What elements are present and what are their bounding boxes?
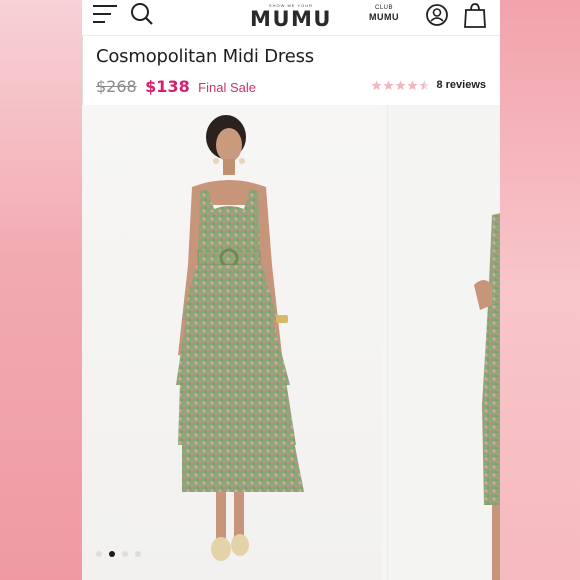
search-icon[interactable] <box>130 2 154 26</box>
club-mumu-link[interactable]: CLUB MUMU <box>364 5 404 22</box>
product-title: Cosmopolitan Midi Dress <box>96 46 314 67</box>
final-sale-label: Final Sale <box>198 80 256 95</box>
club-label-big: MUMU <box>369 12 399 22</box>
mumu-logo[interactable]: SHOW ME YOUR MUMU <box>248 3 334 30</box>
site-header: SHOW ME YOUR MUMU CLUB MUMU <box>82 0 500 36</box>
pagination-dot-active[interactable] <box>109 551 115 557</box>
pagination-dot[interactable] <box>135 551 141 557</box>
product-photo-next[interactable] <box>387 105 500 580</box>
menu-icon[interactable] <box>92 4 118 24</box>
shopping-bag-icon[interactable] <box>463 2 487 28</box>
logo-wordmark: MUMU <box>250 7 332 31</box>
star-icon <box>419 79 430 90</box>
background-left <box>0 0 82 580</box>
rating-summary[interactable]: 8 reviews <box>371 79 486 91</box>
model-side-image <box>474 213 500 580</box>
account-icon[interactable] <box>425 3 449 27</box>
product-gallery[interactable] <box>82 105 500 580</box>
club-label-small: CLUB <box>374 5 393 11</box>
star-icon <box>395 79 406 90</box>
gallery-pagination[interactable] <box>96 551 141 557</box>
price-row: $268 $138 Final Sale <box>96 77 256 97</box>
star-icon <box>371 79 382 90</box>
sale-price: $138 <box>145 77 190 96</box>
star-icon <box>383 79 394 90</box>
product-photo-front[interactable] <box>82 105 382 580</box>
background-right <box>500 0 580 580</box>
star-icon <box>407 79 418 90</box>
pagination-dot[interactable] <box>122 551 128 557</box>
star-rating <box>371 79 430 91</box>
phone-screen: SHOW ME YOUR MUMU CLUB MUMU Cosmopolitan… <box>82 0 500 580</box>
pagination-dot[interactable] <box>96 551 102 557</box>
model-in-dress-image <box>176 115 304 561</box>
original-price: $268 <box>96 77 137 96</box>
reviews-link[interactable]: 8 reviews <box>436 79 486 91</box>
